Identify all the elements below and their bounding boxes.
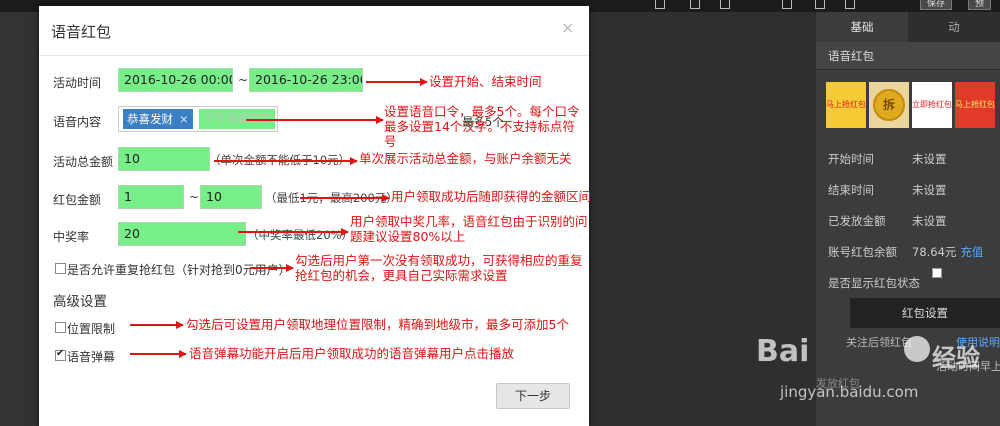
tab-animation[interactable]: 动 (908, 12, 1000, 42)
annotation-total: 单次展示活动总金额，与账户余额无关 (359, 151, 572, 166)
envelope-max-input[interactable]: 10 (200, 185, 262, 209)
info-label: 已发放金额 (828, 214, 886, 228)
annotation-envelope: 用户领取成功后随即获得的金额区间 (391, 189, 592, 204)
envelope-hint: （最低1元，最高200元） (265, 191, 398, 205)
annotation-repeat: 勾选后用户第一次没有领取成功，可获得相应的重复抢红包的机会，更具自己实际需求设置 (295, 253, 583, 283)
style-thumb-2[interactable]: 拆 (869, 82, 909, 128)
chart-icon[interactable] (690, 0, 700, 9)
layers-icon[interactable] (845, 0, 855, 9)
tab-basic[interactable]: 基础 (816, 12, 908, 42)
annotation-win-rate: 用户领取中奖几率，语音红包由于识别的问题建议设置80%以上 (350, 214, 588, 244)
total-amount-input[interactable]: 10 (118, 147, 210, 171)
total-amount-label: 活动总金额 (53, 155, 114, 169)
zoom-in-icon[interactable] (782, 0, 792, 9)
annotation-time: 设置开始、结束时间 (429, 74, 542, 89)
time-separator: ~ (238, 73, 249, 87)
style-thumb-3[interactable]: 立即抢红包 (912, 82, 952, 128)
annotation-voice: 设置语音口令，最多5个。每个口令最多设置14个汉字。不支持标点符号 (384, 104, 580, 149)
panel-tabs: 基础 动 (816, 12, 1000, 42)
info-row-balance: 账号红包余额 78.64元 充值 (816, 237, 1000, 268)
play-icon[interactable] (655, 0, 665, 9)
voice-tag-text: 恭喜发财 (127, 112, 173, 126)
envelope-min-input[interactable]: 1 (118, 185, 184, 209)
info-row-issued: 已发放金额 未设置 (816, 206, 1000, 237)
annotation-danmaku: 语音弹幕功能开启后用户领取成功的语音弹幕用户点击播放 (189, 346, 515, 361)
info-value: 未设置 (912, 152, 947, 166)
voice-content-label: 语音内容 (53, 115, 102, 129)
coin-icon: 拆 (873, 89, 905, 121)
show-status-label: 是否显示红包状态 (828, 276, 920, 290)
style-thumbnails: 马上抢红包 拆 立即抢红包 马上抢红包 (816, 70, 1000, 144)
balance-value: 78.64元 (912, 245, 957, 259)
activity-time-label: 活动时间 (53, 76, 102, 90)
show-status-row: 是否显示红包状态 (816, 268, 1000, 299)
info-value: 未设置 (912, 214, 947, 228)
watermark-brand-cn: 经验 (932, 344, 980, 372)
info-row-end-time: 结束时间 未设置 (816, 175, 1000, 206)
envelope-separator: ~ (189, 190, 200, 204)
voice-input-placeholder[interactable]: 不可语音内容 (199, 109, 275, 129)
show-status-checkbox[interactable] (932, 268, 942, 278)
win-rate-input[interactable]: 20 (118, 222, 246, 246)
watermark-site: jingyan.baidu.com (780, 383, 919, 401)
baidu-paw-icon (904, 336, 930, 362)
preview-button[interactable]: 预 (968, 0, 992, 10)
panel-title: 语音红包 (816, 42, 1000, 70)
location-checkbox[interactable] (55, 322, 66, 333)
dialog-title: 语音红包 (51, 23, 112, 41)
advanced-settings-title: 高级设置 (53, 294, 107, 310)
win-rate-label: 中奖率 (53, 230, 90, 244)
annotation-location: 勾选后可设置用户领取地理位置限制，精确到地级市，最多可添加5个 (186, 317, 569, 332)
info-label: 结束时间 (828, 183, 874, 197)
total-amount-hint: （单次金额不能低于10元） (209, 153, 351, 167)
voice-tag: 恭喜发财 × (123, 109, 193, 129)
info-label: 账号红包余额 (828, 245, 897, 259)
close-icon[interactable]: × (561, 18, 574, 37)
envelope-amount-label: 红包金额 (53, 193, 102, 207)
follow-text: 关注后领红包 (846, 336, 912, 349)
danmaku-checkbox-label[interactable]: 语音弹幕 (67, 348, 115, 365)
win-rate-hint: （中奖率最低20%） (247, 228, 354, 242)
location-checkbox-label[interactable]: 位置限制 (67, 320, 115, 337)
save-button[interactable]: 保存 (920, 0, 953, 10)
info-value: 未设置 (912, 183, 947, 197)
watermark-brand: Bai (756, 334, 810, 369)
editor-left-panel (0, 12, 38, 426)
repeat-checkbox[interactable] (55, 263, 66, 274)
info-row-start-time: 开始时间 未设置 (816, 144, 1000, 175)
danmaku-checkbox[interactable] (55, 348, 66, 361)
next-step-button[interactable]: 下一步 (496, 383, 570, 409)
end-time-input[interactable]: 2016-10-26 23:00 (249, 68, 363, 92)
dialog-header: 语音红包 × (39, 6, 589, 56)
tag-remove-icon[interactable]: × (179, 112, 189, 126)
envelope-settings-button[interactable]: 红包设置 (850, 298, 1000, 328)
zoom-out-icon[interactable] (720, 0, 730, 9)
style-thumb-1[interactable]: 马上抢红包 (826, 82, 866, 128)
grid-icon[interactable] (815, 0, 825, 9)
style-thumb-4[interactable]: 马上抢红包 (955, 82, 995, 128)
recharge-link[interactable]: 充值 (960, 237, 983, 268)
start-time-input[interactable]: 2016-10-26 00:00 (118, 68, 233, 92)
voice-tag-input[interactable]: 恭喜发财 × 不可语音内容 (118, 106, 278, 132)
repeat-checkbox-label[interactable]: 是否允许重复抢红包（针对抢到0元用户） (67, 261, 291, 278)
info-label: 开始时间 (828, 152, 874, 166)
